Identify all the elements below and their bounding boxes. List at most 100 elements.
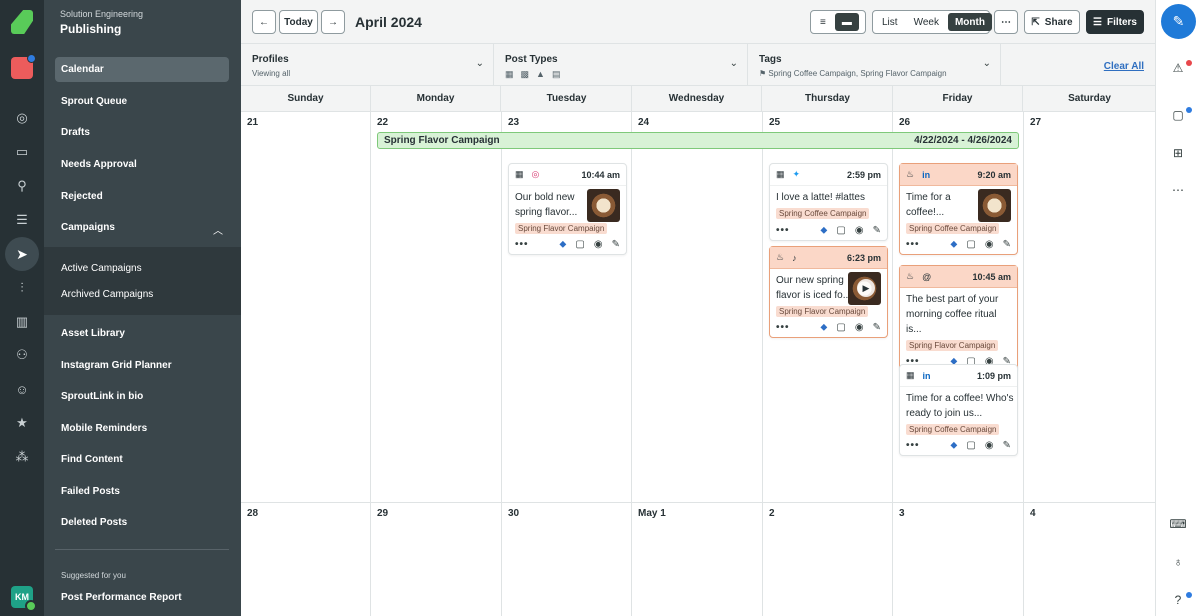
post-card[interactable]: ♨ @ 10:45 am The best part of your morni… [899, 265, 1018, 372]
share-button[interactable]: ⇱ Share [1024, 10, 1080, 34]
edit-pencil-icon[interactable]: ✎ [1003, 239, 1011, 250]
day-cell[interactable]: 22 [371, 112, 502, 503]
edit-pencil-icon[interactable]: ✎ [1003, 440, 1011, 451]
nav-item-find-content[interactable]: Find Content [55, 447, 229, 472]
preview-eye-icon[interactable]: ◉ [985, 440, 994, 451]
add-icon[interactable]: ⊞ [1169, 144, 1187, 162]
chevron-up-icon[interactable]: ︿ [213, 222, 223, 237]
nav-item-instagram-grid-planner[interactable]: Instagram Grid Planner [55, 353, 229, 378]
tag-icon[interactable]: ⬥ [820, 322, 827, 333]
more-icon[interactable]: ••• [906, 239, 920, 250]
day-cell[interactable]: May 1 [632, 503, 763, 616]
day-cell[interactable]: 21 [241, 112, 371, 503]
people-icon[interactable]: ⚇ [8, 341, 36, 369]
preview-eye-icon[interactable]: ◉ [985, 239, 994, 250]
post-card[interactable]: ♨ in 9:20 am Time for a coffee!... Sprin… [899, 163, 1018, 255]
compose-icon[interactable]: ✎ [1161, 4, 1196, 39]
nav-item-campaigns[interactable]: Campaigns [55, 215, 229, 240]
comment-icon[interactable]: ▢ [836, 322, 845, 333]
nav-item-drafts[interactable]: Drafts [55, 120, 229, 145]
day-cell[interactable]: 28 [241, 503, 371, 616]
view-list-button[interactable]: List [875, 13, 905, 31]
post-card[interactable]: ♨ ♪ 6:23 pm Our new spring flavor is ice… [769, 246, 888, 338]
publishing-send-icon[interactable]: ➤ [5, 237, 39, 271]
day-cell[interactable]: 29 [371, 503, 502, 616]
nav-item-mobile-reminders[interactable]: Mobile Reminders [55, 416, 229, 441]
comment-icon[interactable]: ▢ [575, 239, 584, 250]
comment-icon[interactable]: ▢ [966, 440, 975, 451]
coffee-thumbnail [587, 189, 620, 222]
star-icon[interactable]: ★ [8, 409, 36, 437]
compact-view-icon[interactable]: ≡ [813, 13, 833, 31]
comment-icon[interactable]: ▢ [966, 239, 975, 250]
day-cell[interactable]: 24 [632, 112, 763, 503]
keyboard-icon[interactable]: ⌨ [1169, 515, 1187, 533]
nav-item-sproutlink[interactable]: SproutLink in bio [55, 384, 229, 409]
next-month-button[interactable]: → [321, 10, 345, 34]
nav-item-deleted-posts[interactable]: Deleted Posts [55, 510, 229, 535]
profiles-title: Profiles [252, 54, 289, 65]
sprout-logo-icon[interactable] [11, 10, 33, 34]
post-card[interactable]: ▦ ◎ 10:44 am Our bold new spring flavor.… [508, 163, 627, 255]
post-types-filter[interactable]: Post Types ▦ ▩ ▲ ▤ ⌄ [494, 44, 748, 86]
campaign-bar[interactable]: Spring Flavor Campaign 4/22/2024 - 4/26/… [377, 132, 1019, 149]
tag-icon[interactable]: ⬥ [559, 239, 566, 250]
profiles-filter[interactable]: Profiles Viewing all ⌄ [241, 44, 494, 86]
pin-icon[interactable]: ⚲ [8, 172, 36, 200]
more-icon[interactable]: ⋯ [1169, 181, 1187, 199]
nav-item-needs-approval[interactable]: Needs Approval [55, 152, 229, 177]
day-cell[interactable]: 27 [1024, 112, 1155, 503]
edit-pencil-icon[interactable]: ✎ [873, 225, 881, 236]
video-thumbnail[interactable] [848, 272, 881, 305]
avatar[interactable]: KM [11, 586, 37, 612]
day-cell[interactable]: 30 [502, 503, 632, 616]
more-icon[interactable]: ••• [776, 322, 790, 333]
post-card[interactable]: ▦ in 1:09 pm Time for a coffee! Who's re… [899, 364, 1018, 456]
more-icon[interactable]: ••• [515, 239, 529, 250]
preview-eye-icon[interactable]: ◉ [594, 239, 603, 250]
alert-icon[interactable]: ⚠ [1169, 59, 1187, 77]
lightbulb-icon[interactable]: ♁ [1169, 553, 1187, 571]
nav-item-sprout-queue[interactable]: Sprout Queue [55, 89, 229, 114]
day-cell[interactable]: 2 [763, 503, 893, 616]
view-month-button[interactable]: Month [947, 13, 992, 31]
edit-pencil-icon[interactable]: ✎ [873, 322, 881, 333]
tag-icon[interactable]: ⬥ [820, 225, 827, 236]
list-icon[interactable]: ☰ [8, 206, 36, 234]
post-card[interactable]: ▦ ✦ 2:59 pm I love a latte! #lattes Spri… [769, 163, 888, 241]
view-week-button[interactable]: Week [907, 13, 946, 31]
nav-item-post-performance-report[interactable]: Post Performance Report [55, 585, 229, 610]
day-cell[interactable]: 4 [1024, 503, 1155, 616]
bot-icon[interactable]: ☺ [8, 375, 36, 403]
more-icon[interactable]: ••• [776, 225, 790, 236]
nav-item-calendar[interactable]: Calendar [55, 57, 229, 82]
prev-month-button[interactable]: ← [252, 10, 276, 34]
tag-icon[interactable]: ⬥ [950, 440, 957, 451]
feedback-icon[interactable]: ▢ [1169, 106, 1187, 124]
comment-icon[interactable]: ▢ [836, 225, 845, 236]
nav-item-asset-library[interactable]: Asset Library [55, 321, 229, 346]
tags-filter[interactable]: Tags ⚑ Spring Coffee Campaign, Spring Fl… [748, 44, 1001, 86]
clear-all-link[interactable]: Clear All [1104, 61, 1144, 72]
folder-icon[interactable] [11, 54, 36, 79]
integrations-icon[interactable]: ⁂ [8, 443, 36, 471]
tasks-icon[interactable]: ◎ [8, 104, 36, 132]
tag-icon[interactable]: ⬥ [950, 239, 957, 250]
more-icon[interactable]: ••• [906, 440, 920, 451]
help-icon[interactable]: ? [1169, 591, 1187, 609]
preview-eye-icon[interactable]: ◉ [855, 225, 864, 236]
more-options-button[interactable]: ⋯ [994, 10, 1018, 34]
edit-pencil-icon[interactable]: ✎ [612, 239, 620, 250]
expanded-view-icon[interactable]: ▬ [834, 13, 859, 31]
preview-eye-icon[interactable]: ◉ [855, 322, 864, 333]
inbox-icon[interactable]: ▭ [8, 138, 36, 166]
nav-item-archived-campaigns[interactable]: Archived Campaigns [61, 289, 153, 300]
nav-item-active-campaigns[interactable]: Active Campaigns [61, 263, 142, 274]
nav-item-failed-posts[interactable]: Failed Posts [55, 479, 229, 504]
today-button[interactable]: Today [279, 10, 318, 34]
listening-icon[interactable]: ⫶ [8, 274, 36, 302]
reports-icon[interactable]: ▥ [8, 308, 36, 336]
filters-button[interactable]: ☰ Filters [1086, 10, 1144, 34]
day-cell[interactable]: 3 [893, 503, 1024, 616]
nav-item-rejected[interactable]: Rejected [55, 184, 229, 209]
